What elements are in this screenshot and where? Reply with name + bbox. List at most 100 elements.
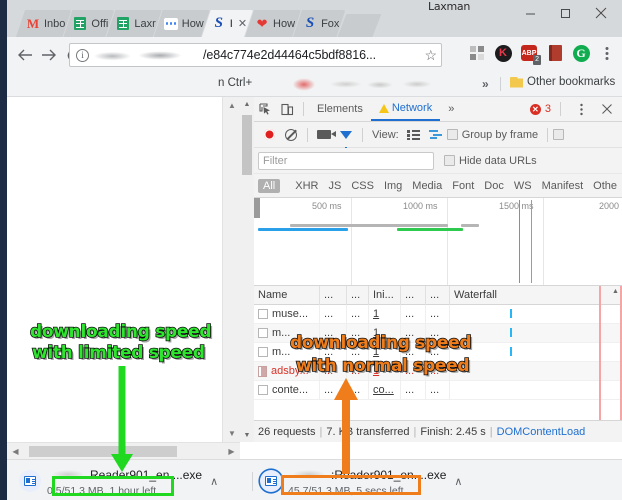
table-row[interactable]: conte... ... ... co... ... ... <box>254 380 622 400</box>
tab-close-icon[interactable]: ✕ <box>238 17 247 30</box>
column-header-type[interactable]: ... <box>347 285 369 305</box>
column-header-name[interactable]: Name <box>254 285 320 305</box>
overview-left-handle[interactable] <box>254 198 260 218</box>
scroll-down-arrow-icon[interactable]: ▼ <box>240 428 254 442</box>
scroll-up-arrow-icon[interactable]: ▲ <box>240 97 254 111</box>
devtools-tab-network[interactable]: Network <box>370 97 441 121</box>
book-extension-icon[interactable] <box>544 42 566 64</box>
more-options-icon[interactable] <box>570 98 592 120</box>
preserve-log-checkbox[interactable] <box>553 129 565 140</box>
maximize-button[interactable] <box>548 2 583 24</box>
type-filter-xhr[interactable]: XHR <box>290 179 323 193</box>
network-overview-timeline[interactable]: 500 ms 1000 ms 1500 ms 2000 <box>254 198 622 286</box>
show-more-caret-icon[interactable]: ∧ <box>454 475 462 488</box>
type-filter-css[interactable]: CSS <box>346 179 379 193</box>
device-toolbar-icon[interactable] <box>276 98 298 120</box>
column-header-time[interactable]: ... <box>426 285 450 305</box>
browser-tab-5[interactable]: ❤ How <box>245 10 301 37</box>
list-view-button[interactable] <box>403 124 425 146</box>
separator: | <box>413 425 417 438</box>
tab-strip: M Inbo Offi Laxr How S I ✕ ❤ How S Fox <box>16 9 373 37</box>
column-header-size[interactable]: ... <box>401 285 426 305</box>
adblock-plus-icon[interactable]: ABP 2 <box>518 42 541 65</box>
bookmarks-overflow-button[interactable]: » <box>482 77 489 91</box>
devtools-tab-elements[interactable]: Elements <box>309 97 371 121</box>
show-more-caret-icon[interactable]: ∧ <box>210 475 218 488</box>
devtools-left-scrollbar[interactable]: ▲ ▼ <box>240 97 254 442</box>
annotation-orange-arrow <box>334 378 358 474</box>
annotation-green-box <box>52 476 174 496</box>
type-filter-media[interactable]: Media <box>407 179 447 193</box>
chrome-menu-icon[interactable] <box>596 42 618 64</box>
capture-screenshots-button[interactable] <box>313 124 336 146</box>
type-filter-js[interactable]: JS <box>323 179 346 193</box>
column-header-waterfall[interactable]: Waterfall <box>450 285 622 305</box>
browser-tab-6[interactable]: S Fox <box>293 10 345 37</box>
type-filter-font[interactable]: Font <box>447 179 479 193</box>
browser-tab-4-active[interactable]: S I ✕ <box>202 10 253 37</box>
filter-button[interactable] <box>335 124 357 151</box>
type-filter-all[interactable]: All <box>258 178 281 193</box>
type-filter-img[interactable]: Img <box>379 179 407 193</box>
scroll-right-arrow-icon[interactable]: ▶ <box>223 443 240 460</box>
bookmark-ctrl-text: n Ctrl+ <box>218 77 253 89</box>
tab-label: Offi <box>91 17 109 30</box>
type-filter-other[interactable]: Othe <box>588 179 622 193</box>
network-type-filters: All XHR JS CSS Img Media Font Doc WS Man… <box>254 174 622 198</box>
overview-bar <box>290 224 448 227</box>
filter-input[interactable]: Filter <box>258 151 434 170</box>
page-vertical-scrollbar[interactable]: ▲ ▼ <box>222 97 240 442</box>
type-filter-doc[interactable]: Doc <box>479 179 509 193</box>
browser-tab-2[interactable]: Laxr <box>106 10 161 37</box>
back-button[interactable] <box>15 45 35 65</box>
scroll-up-arrow-icon[interactable]: ▲ <box>223 97 241 114</box>
view-label: View: <box>372 128 399 141</box>
cell-waterfall <box>450 304 622 324</box>
clear-button[interactable] <box>280 124 302 146</box>
devtools-tabs-overflow[interactable]: » <box>440 97 462 121</box>
k-extension-icon[interactable]: K <box>492 42 514 64</box>
inspect-element-icon[interactable] <box>254 98 276 120</box>
request-name: muse... <box>272 308 309 320</box>
forward-button[interactable] <box>39 45 59 65</box>
grid-extension-icon[interactable] <box>466 42 488 64</box>
hide-data-urls-checkbox[interactable] <box>444 155 455 166</box>
cell-initiator[interactable]: co... <box>369 380 401 400</box>
minimize-button[interactable] <box>513 2 548 24</box>
toolbar-separator <box>560 102 561 116</box>
annotation-limited-speed-line1: downloading speed <box>29 321 212 343</box>
site-info-icon[interactable]: i <box>76 48 89 62</box>
waterfall-view-button[interactable] <box>425 124 447 146</box>
grammarly-icon[interactable]: G <box>570 42 592 64</box>
other-bookmarks-folder[interactable]: Other bookmarks <box>510 76 615 88</box>
error-icon[interactable]: ✕ <box>529 103 541 115</box>
close-button[interactable] <box>583 2 618 24</box>
column-header-status[interactable]: ... <box>320 285 347 305</box>
bookmark-star-icon[interactable]: ☆ <box>420 47 437 64</box>
s-logo-icon: S <box>214 15 223 31</box>
scroll-left-arrow-icon[interactable]: ◀ <box>7 443 24 460</box>
scrollbar-thumb[interactable] <box>242 115 252 175</box>
devtools-right-scrollbar[interactable]: ▲ <box>610 286 621 420</box>
browser-tab-3[interactable]: How <box>154 10 210 37</box>
cell-initiator[interactable]: 1 <box>369 304 401 324</box>
type-filter-manifest[interactable]: Manifest <box>537 179 589 193</box>
annotation-orange-box <box>281 475 421 495</box>
table-row[interactable]: muse... ... ... 1 ... ... <box>254 304 622 324</box>
scroll-up-arrow-icon[interactable]: ▲ <box>610 286 621 297</box>
address-bar[interactable]: i /e84c774e2d44464c5bdf8816... ☆ <box>69 43 442 67</box>
browser-tab-0[interactable]: M Inbo <box>16 10 71 37</box>
overview-gridline <box>543 198 544 285</box>
column-header-initiator[interactable]: Ini... <box>369 285 401 305</box>
browser-tab-1[interactable]: Offi <box>63 10 114 37</box>
scrollbar-thumb[interactable] <box>29 446 177 457</box>
warning-triangle-icon <box>378 103 389 113</box>
close-devtools-icon[interactable] <box>596 98 618 120</box>
record-button[interactable] <box>258 124 280 146</box>
type-filter-ws[interactable]: WS <box>509 179 537 193</box>
overview-bar <box>461 224 479 227</box>
scroll-down-arrow-icon[interactable]: ▼ <box>223 425 241 442</box>
overview-load-line <box>531 200 532 283</box>
new-tab-button[interactable] <box>337 14 381 37</box>
group-by-frame-checkbox[interactable] <box>446 129 458 140</box>
